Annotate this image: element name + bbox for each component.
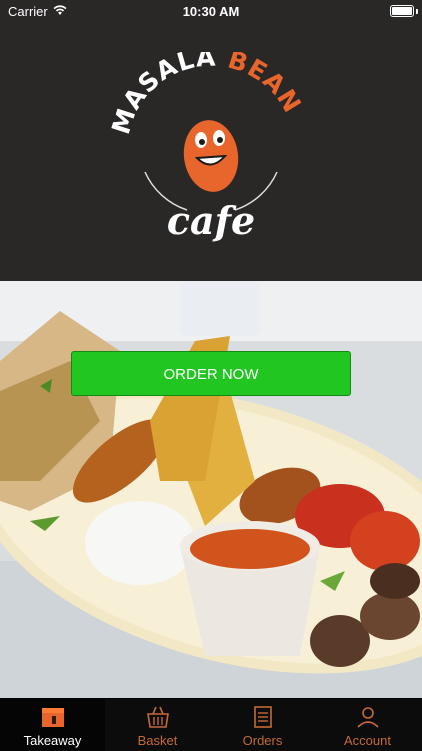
tab-bar: Takeaway Basket Orders Account [0,698,422,751]
tab-account[interactable]: Account [315,699,420,751]
tab-basket-label: Basket [137,733,178,748]
tab-orders[interactable]: Orders [210,699,315,751]
takeaway-icon [42,708,64,727]
tab-takeaway-label: Takeaway [23,733,82,748]
brand-header: MASALA BEAN cafe [0,22,422,281]
basket-icon [147,706,169,728]
tab-takeaway[interactable]: Takeaway [0,699,105,751]
tab-basket[interactable]: Basket [105,699,210,751]
masala-bean-logo: MASALA BEAN cafe [111,52,306,243]
food-hero-image [0,281,422,698]
brand-subtitle: cafe [167,198,255,243]
tab-account-label: Account [344,733,391,748]
breakfast-photo [0,281,422,698]
order-now-button[interactable]: ORDER NOW [71,351,351,396]
orders-icon [254,706,272,728]
battery-tip [416,9,418,14]
account-icon [357,707,379,728]
status-bar: Carrier 10:30 AM [0,0,422,22]
battery-icon [390,5,414,17]
clock: 10:30 AM [182,4,240,19]
bean-mascot [183,120,239,192]
tab-orders-label: Orders [242,733,283,748]
